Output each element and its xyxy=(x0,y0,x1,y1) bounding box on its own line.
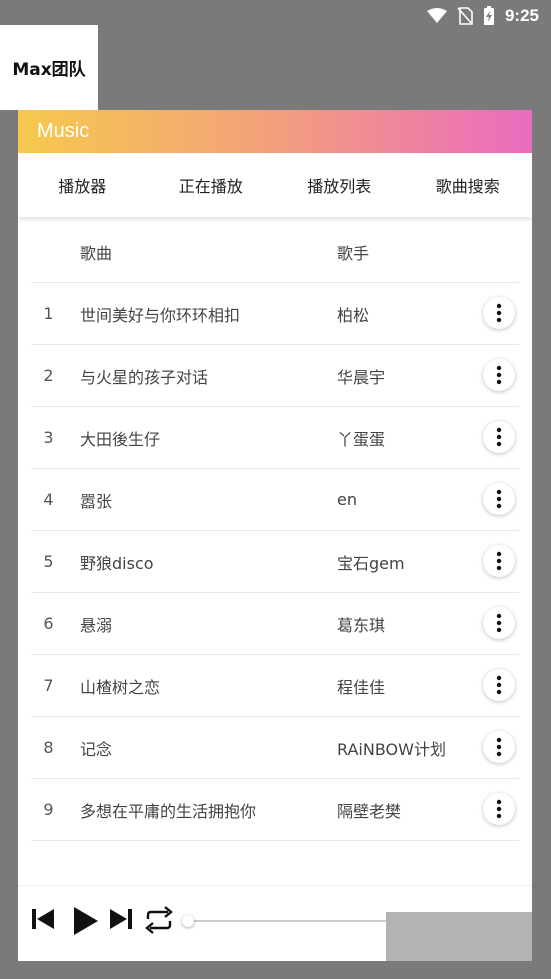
table-row[interactable]: 1 世间美好与你环环相扣 柏松 xyxy=(31,283,519,345)
gray-overlay-panel xyxy=(386,912,532,961)
wifi-icon xyxy=(426,8,447,24)
row-number: 4 xyxy=(43,490,54,509)
row-number: 8 xyxy=(43,738,54,757)
more-vertical-icon xyxy=(496,675,502,695)
song-artist: 华晨宇 xyxy=(337,367,386,387)
row-number: 9 xyxy=(43,800,54,819)
song-title: 山楂树之恋 xyxy=(80,677,161,697)
more-vertical-icon xyxy=(496,613,502,633)
previous-button[interactable] xyxy=(30,906,56,932)
song-artist: 隔壁老樊 xyxy=(337,801,402,821)
repeat-icon xyxy=(145,906,173,934)
more-options-button[interactable] xyxy=(483,421,515,453)
next-button[interactable] xyxy=(108,906,134,932)
tab-bar: 播放器 正在播放 播放列表 歌曲搜索 xyxy=(18,153,532,217)
skip-next-icon xyxy=(110,909,132,929)
song-title: 与火星的孩子对话 xyxy=(80,367,209,387)
row-number: 6 xyxy=(43,614,54,633)
table-row[interactable]: 3 大田後生仔 丫蛋蛋 xyxy=(31,407,519,469)
more-vertical-icon xyxy=(496,489,502,509)
row-number: 7 xyxy=(43,676,54,695)
more-options-button[interactable] xyxy=(483,731,515,763)
tab-playlist[interactable]: 播放列表 xyxy=(275,173,404,197)
song-title: 世间美好与你环环相扣 xyxy=(80,305,241,325)
table-row[interactable]: 2 与火星的孩子对话 华晨宇 xyxy=(31,345,519,407)
play-button[interactable] xyxy=(71,906,99,936)
table-header: 歌曲 歌手 xyxy=(31,221,519,283)
more-vertical-icon xyxy=(496,365,502,385)
song-title: 记念 xyxy=(80,739,113,759)
tab-player[interactable]: 播放器 xyxy=(18,173,147,197)
more-options-button[interactable] xyxy=(483,669,515,701)
header-song: 歌曲 xyxy=(80,243,113,263)
table-row[interactable]: 7 山楂树之恋 程佳佳 xyxy=(31,655,519,717)
team-logo: Max团队 xyxy=(0,25,98,110)
song-artist: en xyxy=(337,490,357,509)
more-vertical-icon xyxy=(496,737,502,757)
table-row[interactable]: 9 多想在平庸的生活拥抱你 隔壁老樊 xyxy=(31,779,519,841)
more-vertical-icon xyxy=(496,799,502,819)
song-title: 嚣张 xyxy=(80,491,113,511)
tab-song-search[interactable]: 歌曲搜索 xyxy=(404,173,533,197)
player-bar xyxy=(18,885,532,961)
more-options-button[interactable] xyxy=(483,483,515,515)
song-artist: 柏松 xyxy=(337,305,370,325)
song-title: 多想在平庸的生活拥抱你 xyxy=(80,801,257,821)
more-options-button[interactable] xyxy=(483,607,515,639)
tab-now-playing[interactable]: 正在播放 xyxy=(147,173,276,197)
song-artist: 丫蛋蛋 xyxy=(337,429,386,449)
more-options-button[interactable] xyxy=(483,297,515,329)
more-options-button[interactable] xyxy=(483,359,515,391)
repeat-button[interactable] xyxy=(144,906,174,934)
song-title: 大田後生仔 xyxy=(80,429,161,449)
more-options-button[interactable] xyxy=(483,793,515,825)
table-row[interactable]: 8 记念 RAiNBOW计划 xyxy=(31,717,519,779)
song-title: 悬溺 xyxy=(80,615,113,635)
song-title: 野狼disco xyxy=(80,553,154,573)
song-artist: RAiNBOW计划 xyxy=(337,739,446,759)
more-vertical-icon xyxy=(496,303,502,323)
app-header: Music xyxy=(18,110,532,153)
song-artist: 程佳佳 xyxy=(337,677,386,697)
more-vertical-icon xyxy=(496,551,502,571)
row-number: 2 xyxy=(43,366,54,385)
table-row[interactable]: 5 野狼disco 宝石gem xyxy=(31,531,519,593)
row-number: 5 xyxy=(43,552,54,571)
header-artist: 歌手 xyxy=(337,243,370,263)
more-vertical-icon xyxy=(496,427,502,447)
table-row[interactable]: 6 悬溺 葛东琪 xyxy=(31,593,519,655)
music-app-window: Music 播放器 正在播放 播放列表 歌曲搜索 歌曲 歌手 1 世间美好与你环… xyxy=(18,110,532,961)
play-icon xyxy=(74,907,98,935)
row-number: 3 xyxy=(43,428,54,447)
progress-thumb[interactable] xyxy=(182,915,194,927)
song-artist: 葛东琪 xyxy=(337,615,386,635)
no-sim-icon xyxy=(457,7,473,25)
song-table: 歌曲 歌手 1 世间美好与你环环相扣 柏松 2 与火星的孩子对话 华晨宇 3 大… xyxy=(31,221,519,841)
app-title: Music xyxy=(37,120,90,142)
more-options-button[interactable] xyxy=(483,545,515,577)
song-artist: 宝石gem xyxy=(337,553,405,573)
battery-charging-icon xyxy=(483,6,495,26)
table-row[interactable]: 4 嚣张 en xyxy=(31,469,519,531)
status-time: 9:25 xyxy=(504,6,539,25)
row-number: 1 xyxy=(43,304,54,323)
skip-previous-icon xyxy=(32,909,54,929)
